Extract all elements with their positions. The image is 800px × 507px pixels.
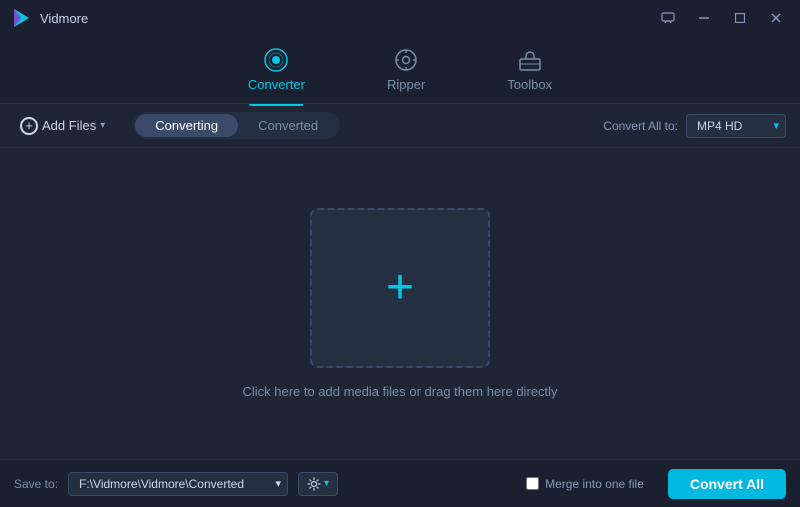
drop-zone[interactable]: + (310, 208, 490, 368)
title-bar-controls (654, 8, 790, 28)
message-button[interactable] (654, 8, 682, 28)
nav-item-ripper[interactable]: Ripper (371, 41, 441, 98)
save-path-select[interactable]: F:\Vidmore\Vidmore\Converted (68, 472, 288, 496)
merge-checkbox-group: Merge into one file (526, 477, 644, 491)
settings-arrow-icon: ▾ (324, 478, 329, 489)
nav-item-toolbox[interactable]: Toolbox (491, 41, 568, 98)
drop-hint: Click here to add media files or drag th… (242, 384, 557, 399)
bottom-bar: Save to: F:\Vidmore\Vidmore\Converted ▾ … (0, 459, 800, 507)
add-files-label: Add Files (42, 118, 96, 133)
save-path-wrapper[interactable]: F:\Vidmore\Vidmore\Converted (68, 472, 288, 496)
toolbar: + Add Files ▾ Converting Converted Conve… (0, 104, 800, 148)
format-select[interactable]: MP4 HD MP4 MKV AVI MOV MP3 (686, 114, 786, 138)
converter-icon (263, 47, 289, 73)
convert-all-to-section: Convert All to: MP4 HD MP4 MKV AVI MOV M… (603, 114, 786, 138)
maximize-button[interactable] (726, 8, 754, 28)
tab-converted[interactable]: Converted (238, 114, 338, 137)
settings-button[interactable]: ▾ (298, 472, 338, 496)
format-dropdown-wrapper[interactable]: MP4 HD MP4 MKV AVI MOV MP3 (686, 114, 786, 138)
convert-all-button[interactable]: Convert All (668, 469, 786, 499)
merge-checkbox[interactable] (526, 477, 539, 490)
title-bar-left: Vidmore (10, 7, 88, 29)
ripper-icon (393, 47, 419, 73)
tab-converting[interactable]: Converting (135, 114, 238, 137)
app-title: Vidmore (40, 11, 88, 26)
main-content: + Click here to add media files or drag … (0, 148, 800, 459)
nav-item-converter[interactable]: Converter (232, 41, 321, 98)
toolbox-icon (517, 47, 543, 73)
minimize-button[interactable] (690, 8, 718, 28)
add-files-arrow-icon: ▾ (100, 120, 105, 131)
nav-converter-label: Converter (248, 77, 305, 92)
gear-icon (307, 477, 321, 491)
nav-ripper-label: Ripper (387, 77, 425, 92)
nav-bar: Converter Ripper Toolbox (0, 36, 800, 104)
app-logo (10, 7, 32, 29)
nav-toolbox-label: Toolbox (507, 77, 552, 92)
title-bar: Vidmore (0, 0, 800, 36)
add-files-plus-icon: + (20, 117, 38, 135)
merge-label[interactable]: Merge into one file (545, 477, 644, 491)
close-button[interactable] (762, 8, 790, 28)
add-files-button[interactable]: + Add Files ▾ (14, 113, 111, 139)
drop-zone-plus-icon: + (386, 264, 414, 312)
tab-group: Converting Converted (133, 112, 340, 139)
convert-all-to-label: Convert All to: (603, 119, 678, 133)
save-to-label: Save to: (14, 477, 58, 491)
